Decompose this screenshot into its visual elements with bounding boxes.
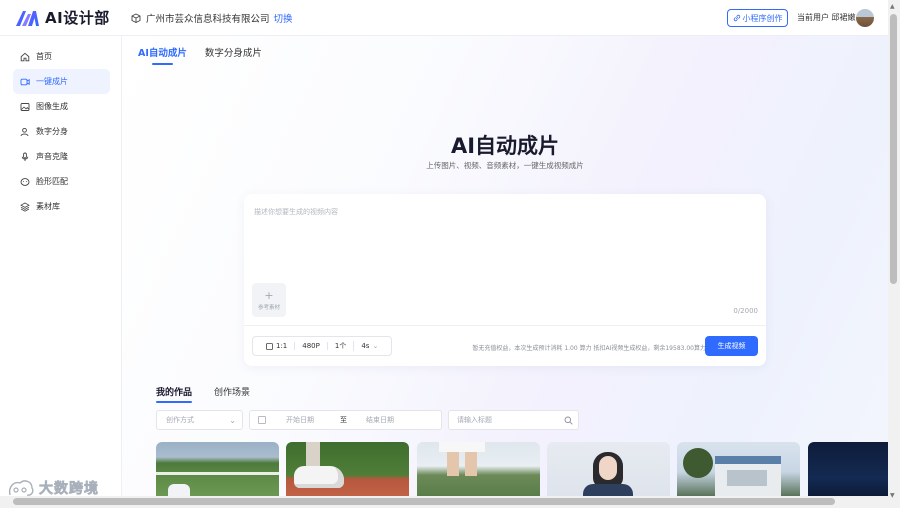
creation-method-select[interactable]: 创作方式 ⌄ xyxy=(156,410,243,430)
mic-icon xyxy=(21,152,29,161)
title-search-input[interactable]: 请输入标题 xyxy=(448,410,579,430)
prompt-editor: 描述你想要生成的视频内容 + 参考素材 0/2000 1:1 480P 1个 4… xyxy=(244,194,766,366)
page-title: AI自动成片 xyxy=(450,134,560,158)
filter-bar: 创作方式 ⌄ 开始日期 至 结束日期 请输入标题 xyxy=(156,410,676,430)
sidebar: 首页 一键成片 图像生成 数字分身 声音克隆 脸形匹配 素材库 xyxy=(0,36,122,508)
search-icon[interactable] xyxy=(564,416,573,425)
watermark: 大数跨境 xyxy=(6,477,99,499)
chevron-down-icon: ⌄ xyxy=(229,416,236,425)
company-selector: 广州市芸众信息科技有限公司 切换 xyxy=(131,11,293,25)
ratio-option[interactable]: 1:1 xyxy=(259,342,296,350)
sidebar-item-digital-avatar[interactable]: 数字分身 xyxy=(13,119,110,144)
tab-digital-avatar-video[interactable]: 数字分身成片 xyxy=(205,45,262,65)
face-icon xyxy=(20,177,30,186)
search-placeholder: 请输入标题 xyxy=(457,416,492,424)
sidebar-item-home[interactable]: 首页 xyxy=(13,44,110,69)
tab-creation-scenes[interactable]: 创作场景 xyxy=(214,385,250,403)
sidebar-item-face-match[interactable]: 脸形匹配 xyxy=(13,169,110,194)
work-card[interactable] xyxy=(677,442,800,502)
scroll-down-icon[interactable]: ▼ xyxy=(890,492,895,499)
sidebar-item-label: 脸形匹配 xyxy=(36,177,68,186)
sidebar-item-label: 数字分身 xyxy=(36,127,68,136)
current-user: 当前用户 邱裙嫩 xyxy=(797,13,856,22)
sidebar-item-label: 一键成片 xyxy=(36,77,68,86)
sidebar-item-image-generation[interactable]: 图像生成 xyxy=(13,94,110,119)
resolution-option[interactable]: 480P xyxy=(295,342,328,350)
sidebar-item-label: 素材库 xyxy=(36,202,60,211)
layers-icon xyxy=(20,202,30,212)
horizontal-scrollbar[interactable] xyxy=(0,496,888,508)
home-icon xyxy=(20,52,30,61)
end-date-input[interactable]: 结束日期 xyxy=(366,415,394,425)
count-value: 1个 xyxy=(334,342,347,350)
count-option[interactable]: 1个 xyxy=(328,341,355,351)
plus-icon: + xyxy=(264,288,274,302)
video-icon xyxy=(20,78,30,85)
app-logo[interactable]: AI设计部 xyxy=(15,7,131,28)
works-gallery xyxy=(156,442,888,502)
miniprogram-button[interactable]: 小程序创作 xyxy=(727,9,788,27)
cost-hint: 暂无充值权益，本次生成预计消耗 1.00 算力 抵扣AI视频生成权益，剩余195… xyxy=(472,345,706,352)
person-icon xyxy=(20,127,29,136)
upload-reference-button[interactable]: + 参考素材 xyxy=(252,283,286,317)
company-name: 广州市芸众信息科技有限公司 xyxy=(146,13,270,25)
page-subtitle: 上传图片、视频、音频素材，一键生成视频成片 xyxy=(426,161,584,170)
tab-my-works[interactable]: 我的作品 xyxy=(156,385,193,403)
work-card[interactable] xyxy=(808,442,888,502)
sidebar-item-label: 首页 xyxy=(36,52,52,61)
chevron-down-icon: ⌄ xyxy=(372,342,379,350)
generation-options: 1:1 480P 1个 4s ⌄ xyxy=(252,336,393,356)
vertical-scroll-thumb[interactable] xyxy=(890,14,897,284)
calendar-icon xyxy=(258,416,266,424)
switch-company-link[interactable]: 切换 xyxy=(274,11,293,25)
prompt-input[interactable]: 描述你想要生成的视频内容 xyxy=(254,207,338,217)
tab-ai-auto-video[interactable]: AI自动成片 xyxy=(138,45,187,65)
generate-video-button[interactable]: 生成视频 xyxy=(705,336,758,356)
cube-icon xyxy=(131,12,141,23)
sidebar-item-label: 图像生成 xyxy=(36,102,68,111)
date-range-picker[interactable]: 开始日期 至 结束日期 xyxy=(249,410,442,430)
avatar[interactable] xyxy=(856,9,874,27)
start-date-input[interactable]: 开始日期 xyxy=(286,415,314,425)
sidebar-item-voice-clone[interactable]: 声音克隆 xyxy=(13,144,110,169)
divider xyxy=(244,325,766,326)
link-icon xyxy=(733,14,740,22)
vertical-scrollbar[interactable]: ▲ ▼ xyxy=(888,0,900,508)
mode-tabs: AI自动成片 数字分身成片 xyxy=(138,45,262,65)
work-card[interactable] xyxy=(286,442,409,502)
logo-text: AI设计部 xyxy=(45,9,110,27)
work-card[interactable] xyxy=(547,442,670,502)
sidebar-item-label: 声音克隆 xyxy=(36,152,68,161)
work-card[interactable] xyxy=(156,442,279,502)
watermark-logo-icon xyxy=(8,480,34,496)
work-card[interactable] xyxy=(417,442,540,502)
date-separator: 至 xyxy=(340,416,347,424)
upload-label: 参考素材 xyxy=(257,304,280,311)
duration-option[interactable]: 4s ⌄ xyxy=(354,342,385,350)
sidebar-item-one-click-video[interactable]: 一键成片 xyxy=(13,69,110,94)
top-header: AI设计部 广州市芸众信息科技有限公司 切换 小程序创作 当前用户 邱裙嫩 xyxy=(0,0,888,36)
horizontal-scroll-thumb[interactable] xyxy=(13,498,835,505)
resolution-value: 480P xyxy=(302,342,320,350)
ratio-icon xyxy=(266,342,273,350)
scroll-up-icon[interactable]: ▲ xyxy=(890,3,895,10)
char-counter: 0/2000 xyxy=(733,307,758,315)
watermark-text: 大数跨境 xyxy=(39,481,99,498)
duration-value: 4s xyxy=(361,342,370,350)
sidebar-item-material-library[interactable]: 素材库 xyxy=(13,194,110,219)
logo-mark-icon xyxy=(16,10,39,26)
main-content: AI自动成片 数字分身成片 AI自动成片 上传图片、视频、音频素材，一键生成视频… xyxy=(122,36,888,508)
ratio-value: 1:1 xyxy=(276,342,288,350)
image-icon xyxy=(20,102,30,111)
miniprogram-label: 小程序创作 xyxy=(742,13,783,23)
select-placeholder: 创作方式 xyxy=(166,416,194,424)
works-tabs: 我的作品 创作场景 xyxy=(156,385,250,403)
